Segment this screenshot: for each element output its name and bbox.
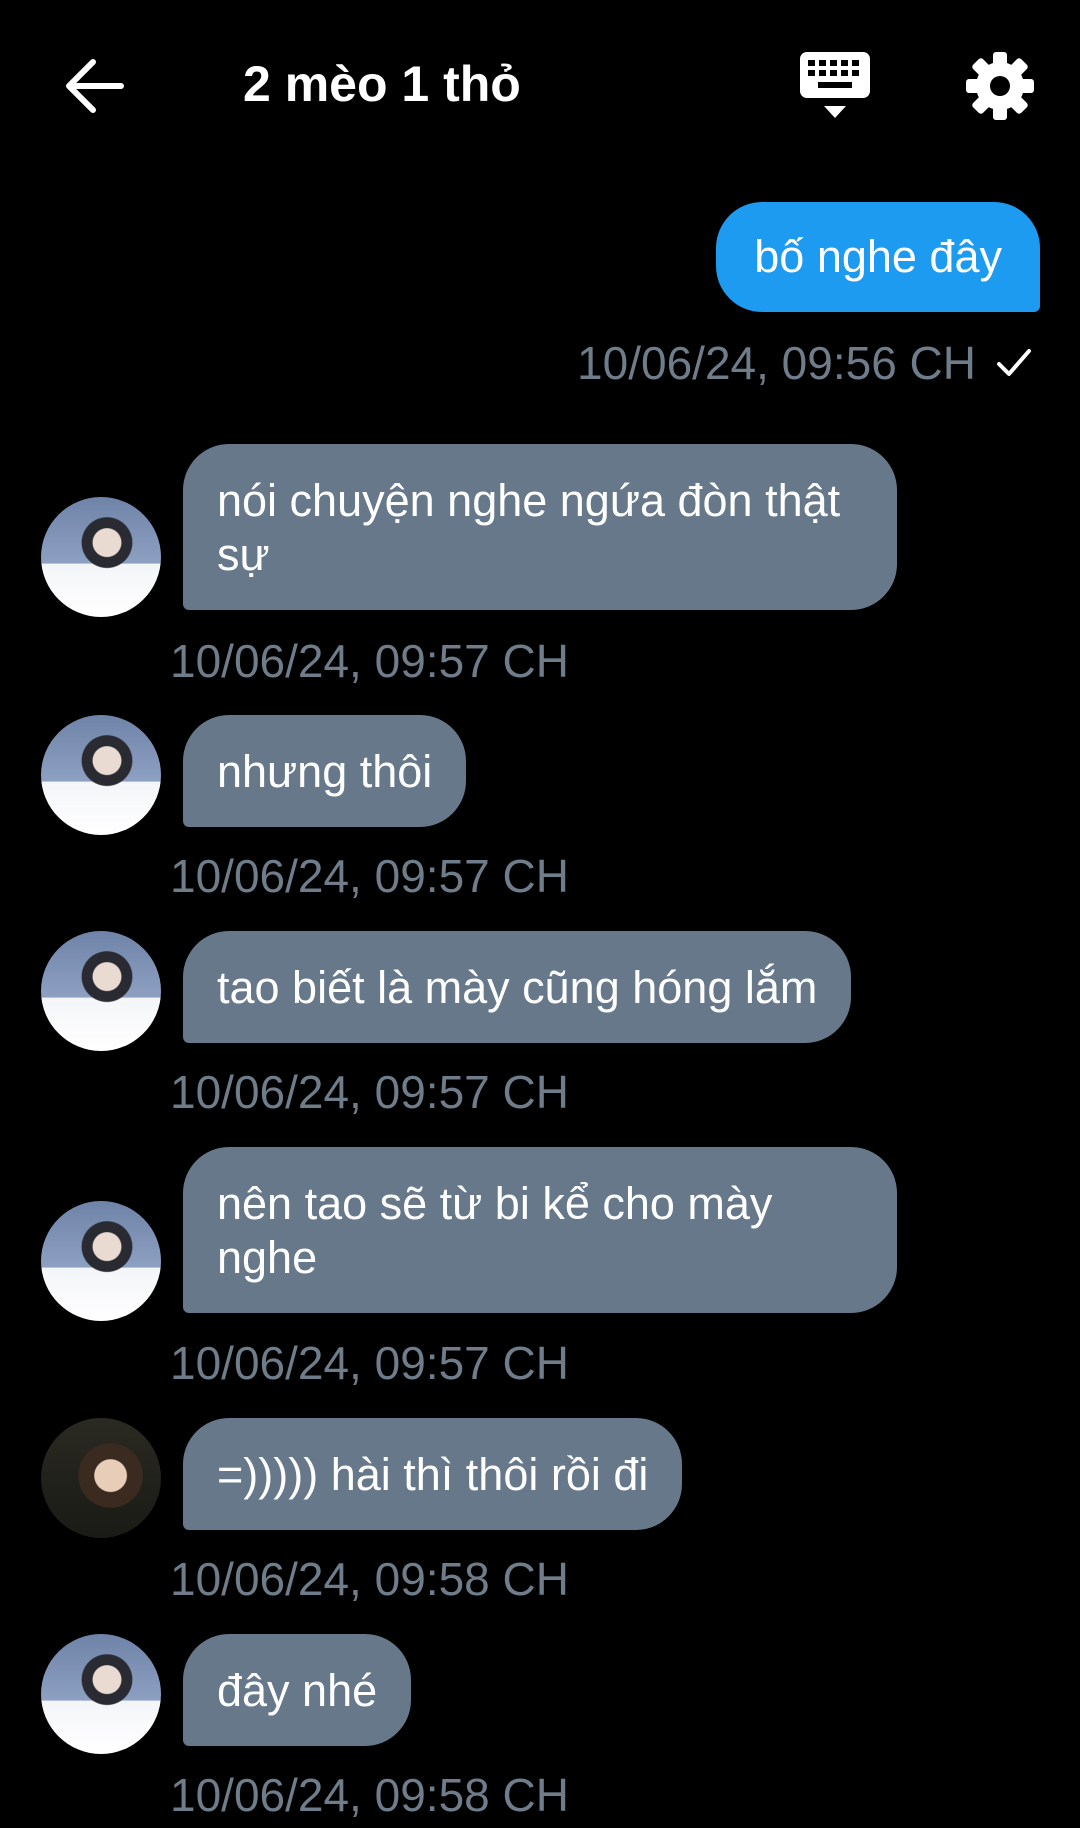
message-meta: 10/06/24, 09:56 CH [577, 336, 1034, 390]
keyboard-icon [800, 52, 870, 118]
avatar[interactable] [41, 1634, 161, 1754]
message-timestamp: 10/06/24, 09:57 CH [170, 1337, 569, 1389]
avatar[interactable] [41, 1201, 161, 1321]
avatar[interactable] [41, 931, 161, 1051]
incoming-message-bubble[interactable]: nói chuyện nghe ngứa đòn thật sự [183, 444, 897, 610]
message-text: đây nhé [217, 1665, 378, 1716]
incoming-message-bubble[interactable]: tao biết là mày cũng hóng lắm [183, 931, 852, 1043]
message-text: nhưng thôi [217, 746, 433, 797]
conversation-title: 2 mèo 1 thỏ [243, 56, 521, 112]
message-timestamp: 10/06/24, 09:57 CH [170, 1066, 569, 1118]
settings-button[interactable] [960, 46, 1040, 126]
message-timestamp: 10/06/24, 09:57 CH [170, 635, 569, 687]
incoming-message-bubble[interactable]: nhưng thôi [183, 715, 467, 827]
gear-icon [966, 52, 1034, 120]
chat-header: 2 mèo 1 thỏ [0, 0, 1080, 170]
message-timestamp: 10/06/24, 09:58 CH [170, 1553, 569, 1605]
message-timestamp: 10/06/24, 09:56 CH [577, 337, 976, 389]
message-text: bố nghe đây [754, 231, 1002, 282]
message-text: nên tao sẽ từ bi kể cho mày nghe [217, 1178, 773, 1283]
incoming-message-bubble[interactable]: nên tao sẽ từ bi kể cho mày nghe [183, 1147, 897, 1313]
avatar[interactable] [41, 1418, 161, 1538]
message-timestamp: 10/06/24, 09:58 CH [170, 1769, 569, 1821]
keyboard-button[interactable] [796, 46, 876, 126]
message-text: nói chuyện nghe ngứa đòn thật sự [217, 475, 841, 580]
check-icon [997, 349, 1031, 376]
outgoing-message-bubble[interactable]: bố nghe đây [716, 202, 1040, 312]
back-button[interactable] [52, 44, 136, 128]
avatar[interactable] [41, 715, 161, 835]
message-timestamp: 10/06/24, 09:57 CH [170, 850, 569, 902]
incoming-message-bubble[interactable]: đây nhé [183, 1634, 412, 1746]
incoming-message-bubble[interactable]: =))))) hài thì thôi rồi đi [183, 1418, 683, 1530]
avatar[interactable] [41, 497, 161, 617]
arrow-left-icon [66, 59, 124, 113]
message-text: tao biết là mày cũng hóng lắm [217, 962, 818, 1013]
message-text: =))))) hài thì thôi rồi đi [217, 1449, 649, 1500]
